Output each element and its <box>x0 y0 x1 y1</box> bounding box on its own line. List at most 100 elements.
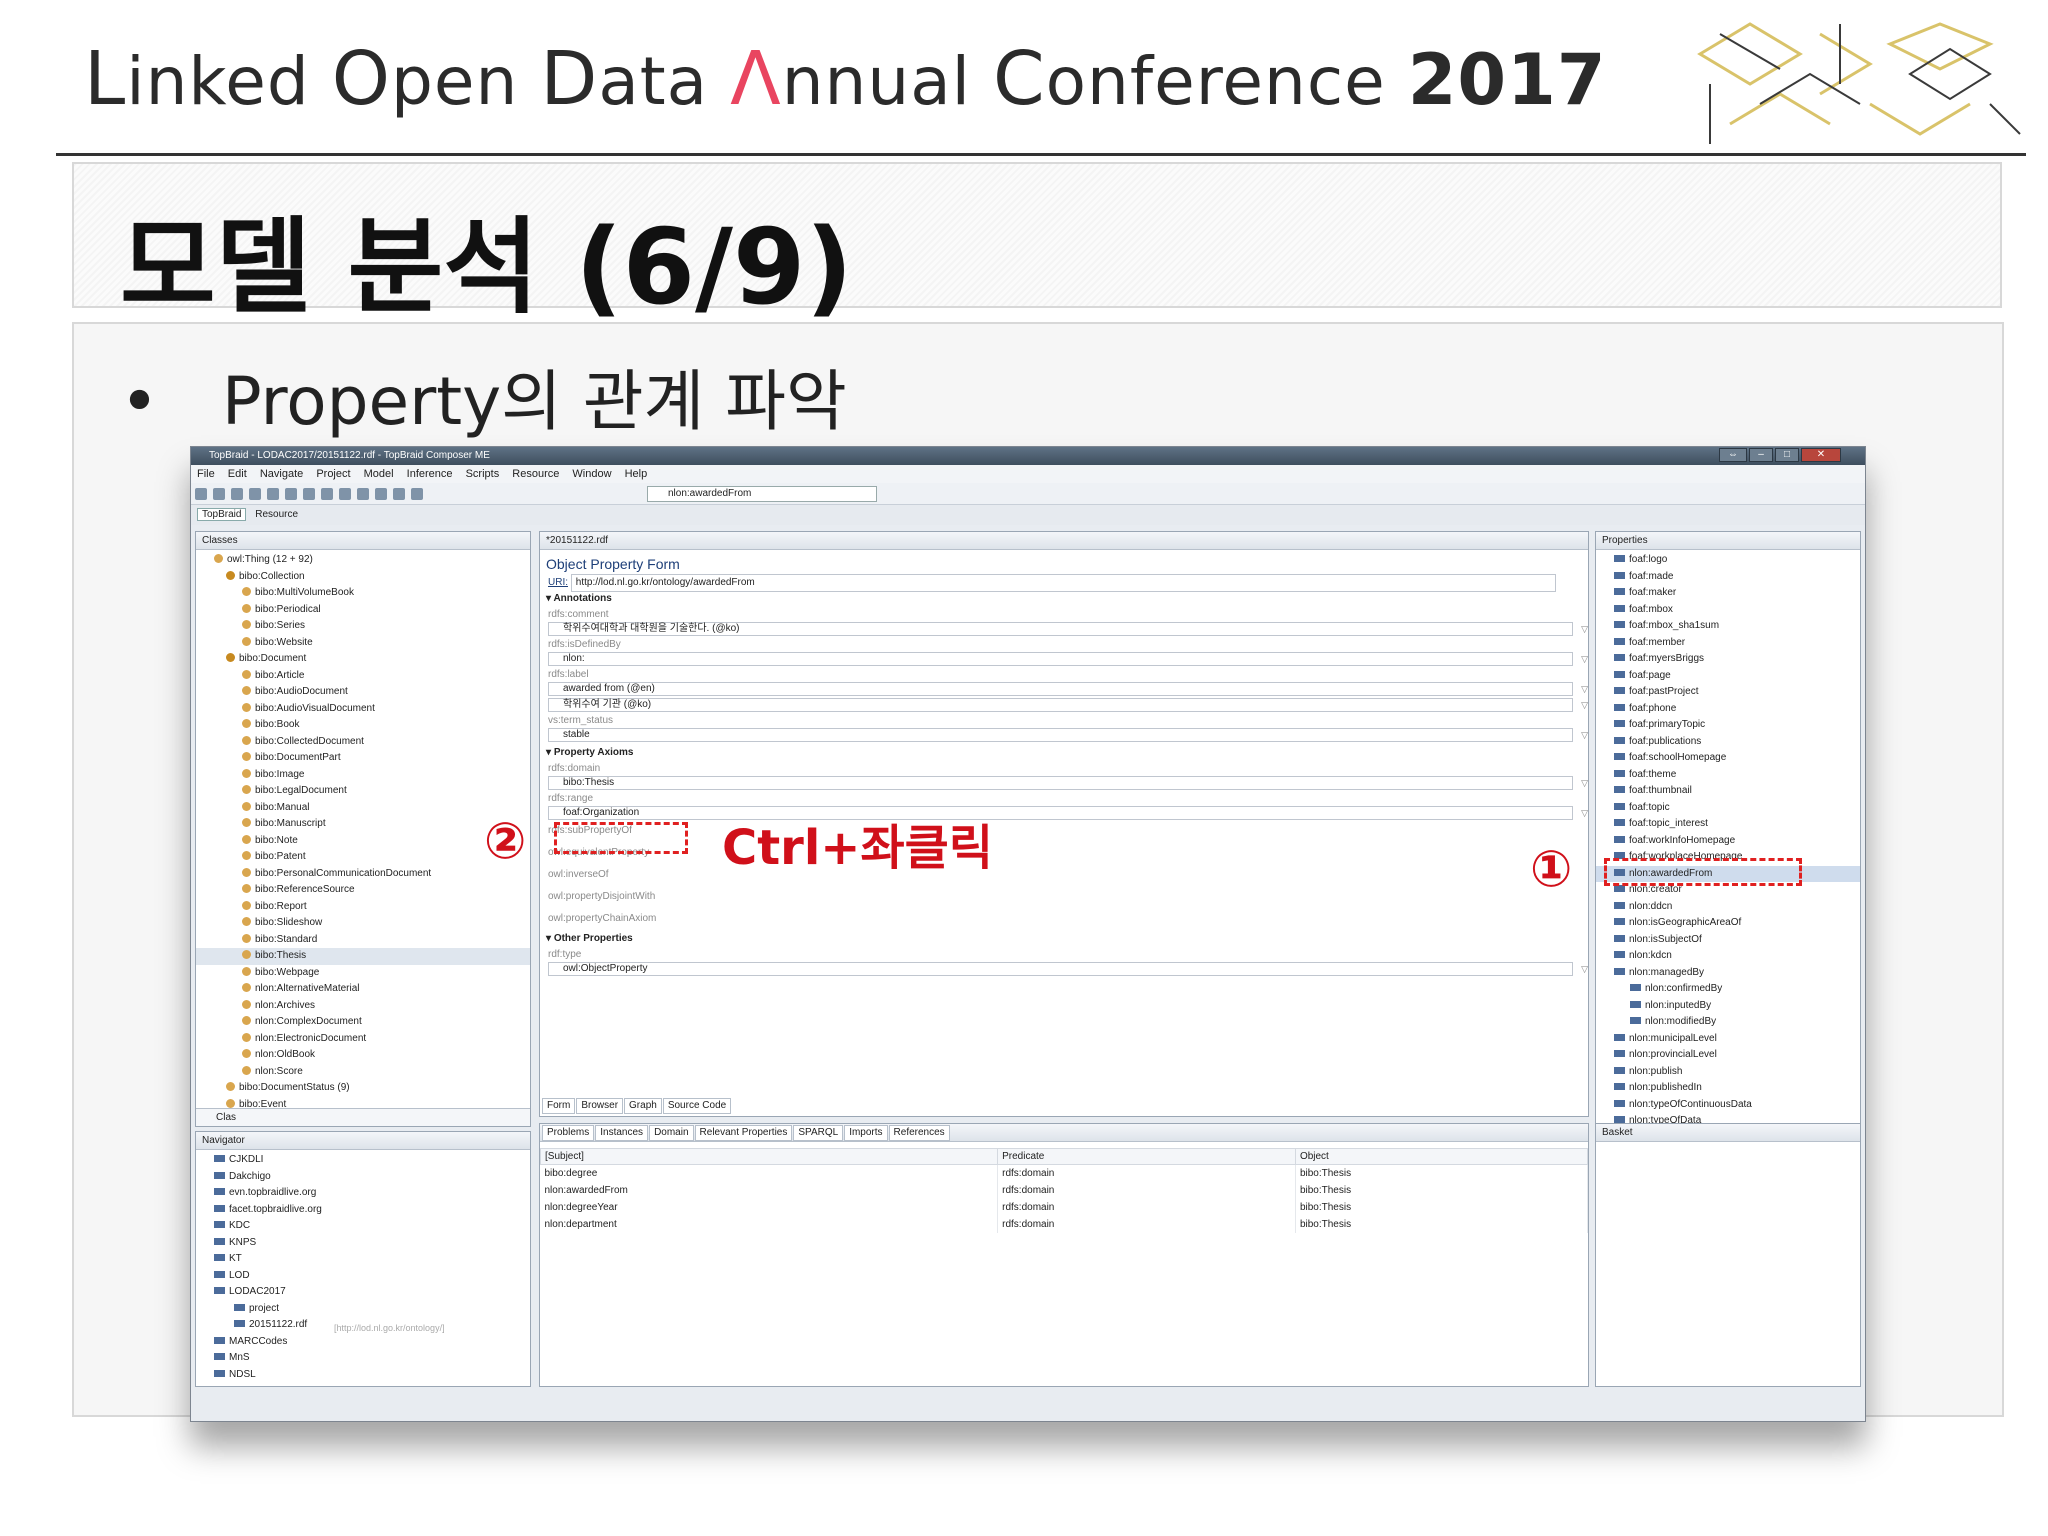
class-tree-item[interactable]: bibo:AudioVisualDocument <box>196 701 530 718</box>
tab-source-code[interactable]: Source Code <box>662 1098 732 1114</box>
label-ko-field[interactable]: 학위수여 기관 (@ko) <box>548 698 1588 712</box>
menu-navigate[interactable]: Navigate <box>260 468 303 480</box>
property-tree-item[interactable]: nlon:ddcn <box>1596 899 1860 916</box>
chain-label[interactable]: owl:propertyChainAxiom <box>540 912 1588 926</box>
property-tree-item[interactable]: foaf:theme <box>1596 767 1860 784</box>
class-tree-item[interactable]: bibo:Document <box>196 651 530 668</box>
property-tree-item[interactable]: foaf:primaryTopic <box>1596 717 1860 734</box>
menu-scripts[interactable]: Scripts <box>466 468 500 480</box>
domain-field[interactable]: bibo:Thesis <box>548 776 1588 790</box>
property-tree-item[interactable]: foaf:logo <box>1596 552 1860 569</box>
range-field[interactable]: foaf:Organization <box>548 806 1588 820</box>
equivalent-label[interactable]: owl:equivalentProperty <box>540 846 1588 860</box>
tab-browser[interactable]: Browser <box>576 1098 624 1114</box>
tab-form[interactable]: Form <box>542 1098 576 1114</box>
perspective-topbraid[interactable]: TopBraid <box>197 508 247 521</box>
property-tree-item[interactable]: nlon:provincialLevel <box>1596 1047 1860 1064</box>
property-tree-item[interactable]: nlon:municipalLevel <box>1596 1031 1860 1048</box>
tab-problems[interactable]: Problems <box>542 1125 595 1141</box>
property-tree-item[interactable]: nlon:modifiedBy <box>1596 1014 1860 1031</box>
property-tree-item[interactable]: foaf:phone <box>1596 701 1860 718</box>
property-tree-item[interactable]: nlon:publish <box>1596 1064 1860 1081</box>
navigator-item[interactable]: MARCCodes <box>196 1334 530 1351</box>
other-section[interactable]: ▾ Other Properties <box>540 930 1588 948</box>
property-tree-item[interactable]: foaf:made <box>1596 569 1860 586</box>
col-object[interactable]: Object <box>1294 1148 1589 1165</box>
navigator-tab[interactable]: Navigator <box>196 1132 530 1150</box>
inverse-label[interactable]: owl:inverseOf <box>540 868 1588 882</box>
stop-icon[interactable] <box>303 488 315 500</box>
class-tree-item[interactable]: bibo:MultiVolumeBook <box>196 585 530 602</box>
class-tree-item[interactable]: bibo:Website <box>196 635 530 652</box>
basket-tab[interactable]: Basket <box>1596 1124 1860 1142</box>
import-icon[interactable] <box>267 488 279 500</box>
tab-instances[interactable]: Instances <box>595 1125 649 1141</box>
class-tree-item[interactable]: bibo:Article <box>196 668 530 685</box>
defined-by-field[interactable]: nlon: <box>548 652 1588 666</box>
back-icon[interactable] <box>393 488 405 500</box>
class-tree-item[interactable]: bibo:ReferenceSource <box>196 882 530 899</box>
disjoint-label[interactable]: owl:propertyDisjointWith <box>540 890 1588 904</box>
property-tree-item[interactable]: foaf:pastProject <box>1596 684 1860 701</box>
property-tree-item[interactable]: nlon:confirmedBy <box>1596 981 1860 998</box>
property-tree-item[interactable]: foaf:workInfoHomepage <box>1596 833 1860 850</box>
navigator-item[interactable]: CJKDLI <box>196 1152 530 1169</box>
inference-icon[interactable] <box>339 488 351 500</box>
navigator-item[interactable]: project <box>196 1301 530 1318</box>
class-tree-item[interactable]: nlon:Score <box>196 1064 530 1081</box>
classes-filter[interactable]: Clas <box>196 1108 530 1126</box>
property-tree-item[interactable]: foaf:publications <box>1596 734 1860 751</box>
navigator-item[interactable]: evn.topbraidlive.org <box>196 1185 530 1202</box>
property-tree-item[interactable]: foaf:schoolHomepage <box>1596 750 1860 767</box>
class-tree-item[interactable]: bibo:Book <box>196 717 530 734</box>
class-tree-item[interactable]: bibo:Thesis <box>196 948 530 965</box>
navigator-item[interactable]: NDSL <box>196 1367 530 1384</box>
property-tree-item[interactable]: foaf:mbox <box>1596 602 1860 619</box>
class-tree-item[interactable]: bibo:Collection <box>196 569 530 586</box>
property-tree-item[interactable]: nlon:isSubjectOf <box>1596 932 1860 949</box>
class-tree-item[interactable]: bibo:PersonalCommunicationDocument <box>196 866 530 883</box>
perspective-resource[interactable]: Resource <box>255 509 298 520</box>
table-row[interactable]: bibo:degree rdfs:domain bibo:Thesis <box>540 1164 1589 1182</box>
class-tree-item[interactable]: bibo:Periodical <box>196 602 530 619</box>
type-field[interactable]: owl:ObjectProperty <box>548 962 1588 976</box>
class-tree-item[interactable]: owl:Thing (12 + 92) <box>196 552 530 569</box>
class-tree-item[interactable]: nlon:Archives <box>196 998 530 1015</box>
save-all-icon[interactable] <box>231 488 243 500</box>
navigator-item[interactable]: KT <box>196 1251 530 1268</box>
class-tree-item[interactable]: nlon:ComplexDocument <box>196 1014 530 1031</box>
label-en-field[interactable]: awarded from (@en) <box>548 682 1588 696</box>
class-tree-item[interactable]: bibo:Manual <box>196 800 530 817</box>
tab-imports[interactable]: Imports <box>844 1125 888 1141</box>
menu-help[interactable]: Help <box>625 468 648 480</box>
property-tree-item[interactable]: foaf:thumbnail <box>1596 783 1860 800</box>
table-row[interactable]: nlon:degreeYear rdfs:domain bibo:Thesis <box>540 1198 1589 1216</box>
property-tree-item[interactable]: foaf:mbox_sha1sum <box>1596 618 1860 635</box>
menu-inference[interactable]: Inference <box>407 468 453 480</box>
navigator-item[interactable]: KDC <box>196 1218 530 1235</box>
table-row[interactable]: nlon:awardedFrom rdfs:domain bibo:Thesis <box>540 1181 1589 1199</box>
property-tree-item[interactable]: foaf:member <box>1596 635 1860 652</box>
class-tree-item[interactable]: nlon:ElectronicDocument <box>196 1031 530 1048</box>
class-tree-item[interactable]: bibo:Standard <box>196 932 530 949</box>
property-tree-item[interactable]: foaf:topic <box>1596 800 1860 817</box>
table-row[interactable]: nlon:department rdfs:domain bibo:Thesis <box>540 1215 1589 1233</box>
class-tree-item[interactable]: bibo:Report <box>196 899 530 916</box>
uri-label[interactable]: URI: <box>548 577 568 588</box>
menu-project[interactable]: Project <box>316 468 350 480</box>
navigator-item[interactable]: Dakchigo <box>196 1169 530 1186</box>
subproperty-label[interactable]: rdfs:subPropertyOf <box>540 824 1588 838</box>
class-tree-item[interactable]: bibo:Image <box>196 767 530 784</box>
property-tree-item[interactable]: nlon:managedBy <box>1596 965 1860 982</box>
print-icon[interactable] <box>249 488 261 500</box>
class-tree-item[interactable]: bibo:LegalDocument <box>196 783 530 800</box>
menu-window[interactable]: Window <box>572 468 611 480</box>
new-icon[interactable] <box>195 488 207 500</box>
class-tree-item[interactable]: bibo:Slideshow <box>196 915 530 932</box>
property-tree-item[interactable]: nlon:kdcn <box>1596 948 1860 965</box>
status-field[interactable]: stable <box>548 728 1588 742</box>
comment-field[interactable]: 학위수여대학과 대학원을 기술한다. (@ko) <box>548 622 1588 636</box>
maximize-icon[interactable]: □ <box>1775 448 1799 462</box>
tab-relevant-properties[interactable]: Relevant Properties <box>694 1125 793 1141</box>
col-subject[interactable]: [Subject] <box>539 1148 999 1165</box>
